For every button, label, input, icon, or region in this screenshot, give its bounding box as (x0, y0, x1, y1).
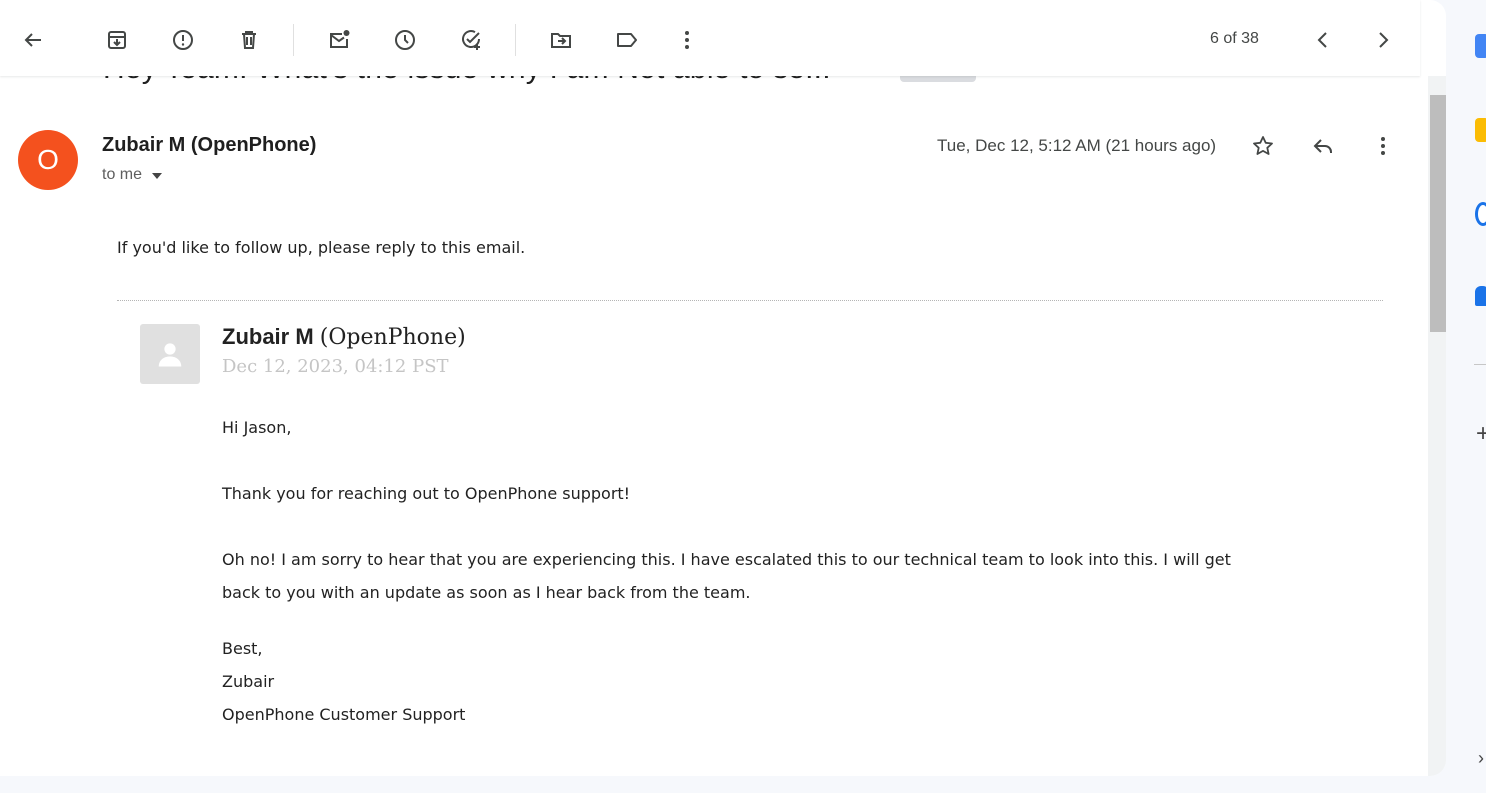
contacts-icon[interactable] (1475, 286, 1486, 306)
body-line-1: Thank you for reaching out to OpenPhone … (222, 484, 631, 503)
mark-unread-button[interactable] (319, 20, 359, 60)
archive-button[interactable] (97, 20, 137, 60)
reply-button[interactable] (1303, 126, 1343, 166)
label-icon (617, 33, 637, 47)
report-icon (173, 30, 193, 50)
calendar-icon[interactable] (1475, 34, 1486, 58)
more-vert-icon (1381, 137, 1385, 155)
add-addon-icon[interactable]: + (1476, 420, 1486, 448)
move-to-button[interactable] (541, 20, 581, 60)
more-button[interactable] (667, 20, 707, 60)
chevron-left-icon (1317, 32, 1327, 48)
report-spam-button[interactable] (163, 20, 203, 60)
toolbar: 6 of 38 (0, 0, 1420, 76)
chevron-right-icon (1379, 32, 1389, 48)
more-vert-icon (685, 31, 689, 49)
body-line-2a: Oh no! I am sorry to hear that you are e… (222, 550, 1231, 569)
recipients-label: to me (102, 166, 143, 183)
signature-line-3: OpenPhone Customer Support (222, 705, 466, 724)
toolbar-divider (293, 24, 294, 56)
body-line-2b: back to you with an update as soon as I … (222, 583, 751, 602)
quoted-sender-name: Zubair M (222, 324, 314, 349)
keep-icon[interactable] (1475, 118, 1486, 142)
signature-line-2: Zubair (222, 672, 275, 691)
archive-icon (108, 31, 126, 49)
tasks-icon[interactable] (1475, 202, 1486, 226)
add-task-button[interactable] (451, 20, 491, 60)
star-icon (1253, 136, 1273, 155)
arrow-left-icon (24, 33, 41, 47)
folder-move-icon (551, 33, 571, 48)
recipients-toggle[interactable]: to me (102, 166, 163, 184)
quoted-avatar (140, 324, 200, 384)
message-more-button[interactable] (1363, 126, 1403, 166)
add-task-icon (462, 30, 481, 50)
quoted-sender: Zubair M (OpenPhone) (222, 324, 466, 350)
star-button[interactable] (1243, 126, 1283, 166)
quoted-date: Dec 12, 2023, 04:12 PST (222, 356, 449, 377)
clock-icon (395, 30, 415, 50)
signature-line-1: Best, (222, 639, 263, 658)
quote-divider (117, 300, 1383, 301)
person-icon (158, 343, 182, 367)
sender-name[interactable]: Zubair M (OpenPhone) (102, 134, 316, 157)
pagination-count: 6 of 38 (1210, 30, 1259, 47)
trash-icon (242, 31, 256, 49)
mail-unread-icon (330, 30, 350, 48)
greeting-text: Hi Jason, (222, 418, 292, 437)
hide-panel-icon[interactable]: › (1478, 748, 1484, 769)
rail-divider (1474, 364, 1486, 365)
quoted-sender-org: (OpenPhone) (319, 325, 466, 350)
sender-avatar[interactable]: O (18, 130, 78, 190)
back-button[interactable] (13, 20, 53, 60)
newer-button[interactable] (1303, 20, 1343, 60)
toolbar-divider (515, 24, 516, 56)
older-button[interactable] (1363, 20, 1403, 60)
labels-button[interactable] (607, 20, 647, 60)
message-timestamp: Tue, Dec 12, 5:12 AM (21 hours ago) (937, 136, 1217, 155)
scrollbar-thumb[interactable] (1430, 95, 1446, 332)
email-intro: If you'd like to follow up, please reply… (117, 238, 526, 257)
email-panel: Hey Team. What's the issue why I am Not … (0, 0, 1446, 776)
reply-icon (1313, 139, 1332, 153)
caret-down-icon (152, 173, 163, 179)
snooze-button[interactable] (385, 20, 425, 60)
delete-button[interactable] (229, 20, 269, 60)
